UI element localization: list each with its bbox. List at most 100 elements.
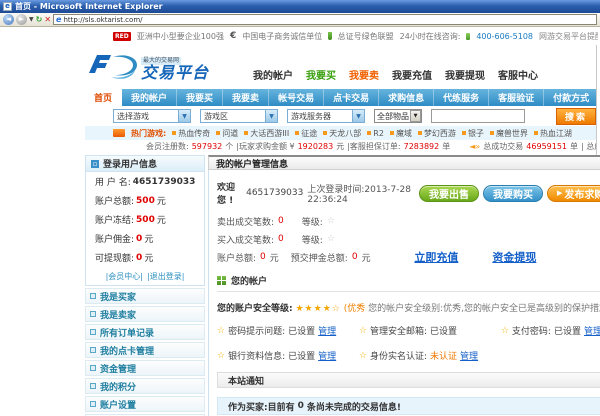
bought-label: 买入成交笔数: <box>217 233 274 246</box>
history-dropdown-icon[interactable]: ▼ <box>29 17 34 23</box>
orders-label: |客服担保订单: <box>347 141 400 152</box>
search-button[interactable]: 搜索 <box>556 108 596 125</box>
header-nav-my-account[interactable]: 我的帐户 <box>253 67 293 82</box>
site-header: 最大的交易网 交易平台 我的帐户 我要买 我要卖 我要充值 我要提现 客服中心 <box>85 45 596 89</box>
hot-game-link[interactable]: 问道 <box>216 128 238 139</box>
hot-game-link[interactable]: 银子 <box>462 128 484 139</box>
sidebar-item-cards[interactable]: 我的点卡管理 <box>85 342 205 358</box>
bullet-icon <box>216 131 220 135</box>
chevron-down-icon[interactable]: ▼ <box>178 110 190 122</box>
sidebar-item-settings[interactable]: 账户设置 <box>85 396 205 412</box>
deals-value: 46959151 <box>526 142 567 151</box>
sidebar-item-buyer[interactable]: 我是买家 <box>85 288 205 304</box>
region-select-value: 游戏区 <box>204 111 228 122</box>
hotline-number[interactable]: 400-606-5108 <box>476 32 533 41</box>
deals-label: 总成功交易 <box>483 141 523 152</box>
security-level-label: 您的账户安全等级: <box>217 304 293 314</box>
member-center-link[interactable]: |会员中心| <box>106 271 143 282</box>
sidebar-item-orders[interactable]: 所有订单记录 <box>85 324 205 340</box>
game-select[interactable]: 选择游戏 ▼ <box>113 109 191 123</box>
refresh-icon[interactable]: ↻ <box>36 16 43 24</box>
header-nav-withdraw[interactable]: 我要提现 <box>445 67 485 82</box>
main-nav: 首页 我的帐户 我要买 我要卖 帐号交易 点卡交易 求购信息 代练服务 客服验证… <box>85 89 596 106</box>
site-logo[interactable]: 最大的交易网 交易平台 <box>87 51 209 81</box>
stop-icon[interactable]: ✕ <box>44 16 51 24</box>
acct-balance-label: 账户总额: <box>217 251 256 264</box>
manage-link[interactable]: 管理 <box>318 349 336 362</box>
tab-service-verify[interactable]: 客服验证 <box>489 89 544 106</box>
tab-my-account[interactable]: 我的帐户 <box>122 89 177 106</box>
hot-game-link[interactable]: 梦幻西游 <box>418 128 456 139</box>
sold-grade-label: 等级: <box>302 215 323 228</box>
withdraw-link[interactable]: 资金提现 <box>492 249 536 265</box>
manage-link[interactable]: 管理 <box>318 324 336 337</box>
region-select[interactable]: 游戏区 ▼ <box>200 109 278 123</box>
bought-grade-label: 等级: <box>302 233 323 246</box>
withdrawable-value: 0 <box>136 253 142 263</box>
tab-powerleveling[interactable]: 代练服务 <box>434 89 489 106</box>
menu-square-icon <box>90 293 96 299</box>
tab-sell[interactable]: 我要卖 <box>223 89 269 106</box>
hot-game-link[interactable]: 魔兽世界 <box>490 128 528 139</box>
hot-game-link[interactable]: R2 <box>367 129 384 138</box>
recharge-link[interactable]: 立即充值 <box>414 249 458 265</box>
chevron-down-icon[interactable]: ▼ <box>265 110 277 122</box>
header-nav-recharge[interactable]: 我要充值 <box>392 67 432 82</box>
logout-link[interactable]: |退出登录| <box>147 271 184 282</box>
bullet-icon <box>418 131 422 135</box>
frozen-label: 账户冻结: <box>95 213 134 226</box>
window-titlebar[interactable]: e 首页 - Microsoft Internet Explorer <box>0 0 600 13</box>
tab-account-trade[interactable]: 帐号交易 <box>269 89 324 106</box>
content-area: ▫ 登录用户信息 用 户 名: 4651739033 账户总额: 500 元 账… <box>85 153 596 416</box>
header-nav-buy[interactable]: 我要买 <box>306 67 336 82</box>
hot-game-link[interactable]: 热血江湖 <box>534 128 572 139</box>
security-excellent: (优秀 <box>344 304 366 314</box>
tab-home[interactable]: 首页 <box>85 89 122 106</box>
login-user-box: ▫ 登录用户信息 用 户 名: 4651739033 账户总额: 500 元 账… <box>85 155 205 286</box>
hot-game-link[interactable]: 天龙八部 <box>323 128 361 139</box>
commission-unit: 元 <box>144 232 153 245</box>
forward-icon[interactable]: ► <box>16 14 27 25</box>
tab-demand-info[interactable]: 求购信息 <box>379 89 434 106</box>
bullet-icon <box>490 131 494 135</box>
sidebar-item-seller[interactable]: 我是卖家 <box>85 306 205 322</box>
tab-card-trade[interactable]: 点卡交易 <box>324 89 379 106</box>
buy-button[interactable]: 我要购买 <box>483 185 543 202</box>
user-row-frozen: 账户冻结: 500 元 <box>86 210 204 229</box>
header-nav-service[interactable]: 客服中心 <box>498 67 538 82</box>
post-demand-button[interactable]: ▶发布求购 <box>547 185 600 202</box>
bought-row: 买入成交笔数: 0 等级: ☆ <box>217 230 600 248</box>
manage-link[interactable]: 管理 <box>584 324 600 337</box>
tab-payment-methods[interactable]: 付款方式 <box>544 89 599 106</box>
search-input[interactable] <box>431 109 525 123</box>
chevron-down-icon[interactable]: ▼ <box>352 110 364 122</box>
amount-label: | 总成交易金额 ¥ <box>581 141 596 152</box>
back-icon[interactable]: ◄ <box>3 14 14 25</box>
header-nav-sell[interactable]: 我要卖 <box>349 67 379 82</box>
manage-link[interactable]: 管理 <box>460 349 478 362</box>
hot-game-link[interactable]: 征途 <box>295 128 317 139</box>
server-select-value: 游戏服务器 <box>291 111 331 122</box>
demand-unit: 元 <box>336 141 344 152</box>
star-bullet-icon: ☆ <box>501 326 509 336</box>
welcome-row: 欢迎您 ! 4651739033 上次登录时间:2013-7-28 22:36:… <box>217 180 600 206</box>
window-title: 首页 - Microsoft Internet Explorer <box>15 1 163 12</box>
hot-game-link[interactable]: 魔域 <box>390 128 412 139</box>
sold-label: 卖出成交笔数: <box>217 215 274 228</box>
address-bar[interactable]: e <box>53 14 597 25</box>
arrow-right-icon: ▶ <box>557 189 562 197</box>
chevron-down-icon[interactable]: ▼ <box>410 110 421 122</box>
category-select[interactable]: 全部物品 ▼ <box>374 109 422 123</box>
hot-game-link[interactable]: 热血传奇 <box>172 128 210 139</box>
login-user-box-title: 登录用户信息 <box>103 157 157 170</box>
buyer-pending-count: 0 <box>298 401 304 411</box>
server-select[interactable]: 游戏服务器 ▼ <box>287 109 365 123</box>
hot-game-link[interactable]: 大话西游III <box>244 128 289 139</box>
sidebar-item-funds[interactable]: 资金管理 <box>85 360 205 376</box>
address-input[interactable] <box>63 15 594 24</box>
security-items-grid: ☆ 密码提示问题: 已设置 管理 ☆ 管理安全邮箱: 已设置 ☆ <box>217 324 600 362</box>
tab-buy[interactable]: 我要买 <box>177 89 223 106</box>
sidebar-item-points[interactable]: 我的积分 <box>85 378 205 394</box>
sell-button[interactable]: 我要出售 <box>419 185 479 202</box>
ie-page-icon: e <box>3 2 12 11</box>
